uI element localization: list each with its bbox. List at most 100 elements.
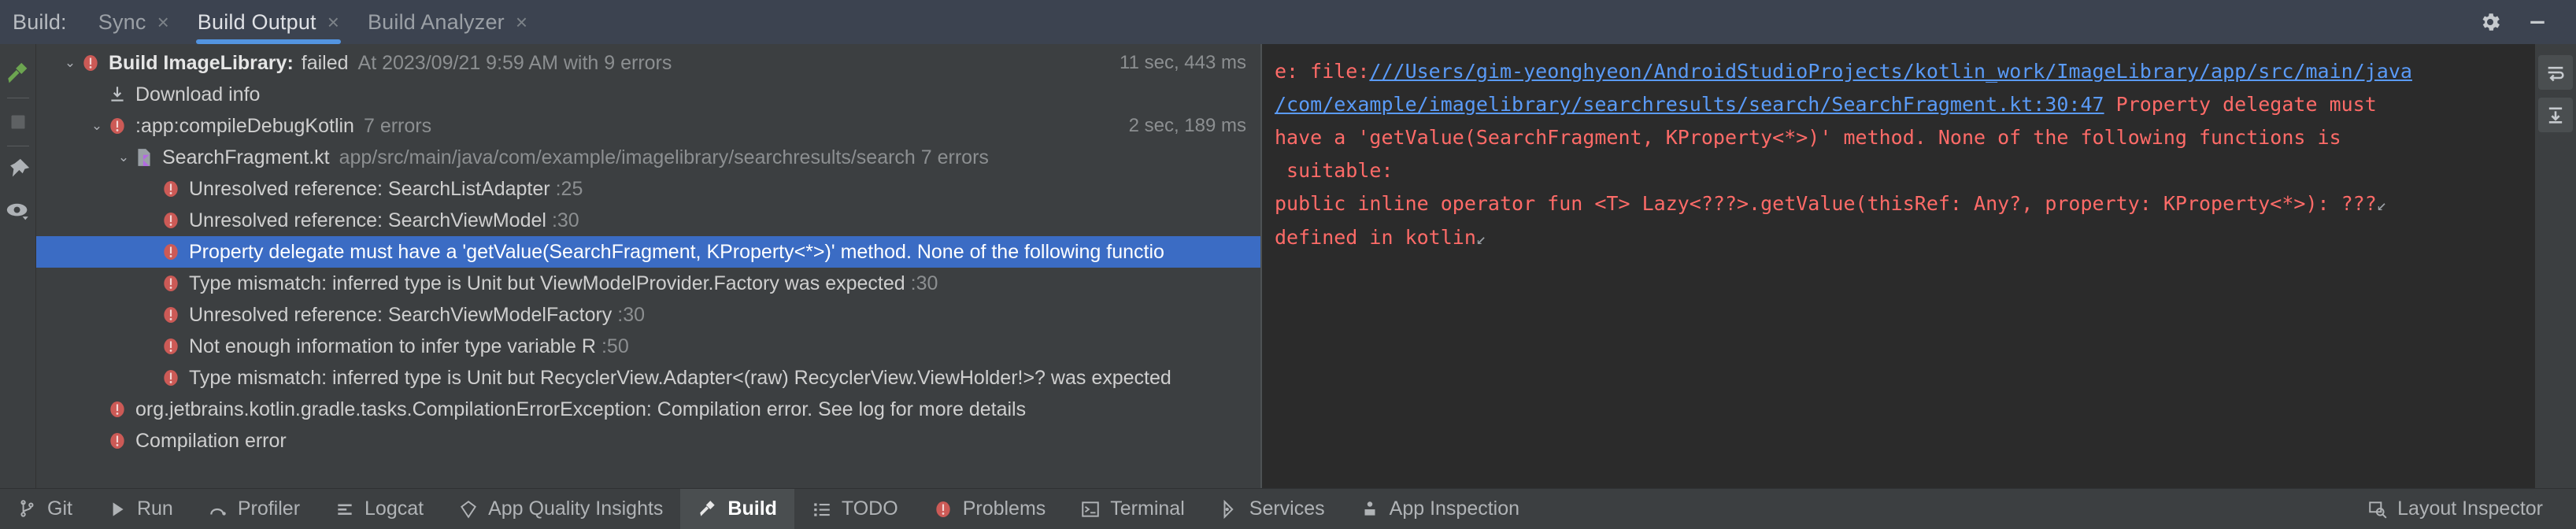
console-text: Property delegate must — [2104, 93, 2377, 116]
tree-row-label: :app:compileDebugKotlin — [135, 114, 354, 137]
error-icon — [161, 273, 181, 294]
console-file-link[interactable]: ///Users/gim-yeonghyeon/AndroidStudioPro… — [1369, 60, 2412, 83]
soft-wrap-icon[interactable] — [2538, 55, 2573, 90]
status-item-label: Git — [47, 498, 72, 520]
tree-row[interactable]: Unresolved reference: SearchViewModel:30 — [36, 205, 1260, 236]
status-item-label: TODO — [841, 498, 898, 520]
tree-row-detail: 7 errors — [363, 114, 432, 137]
logcat-list-icon — [335, 499, 355, 520]
status-bar: Git Run Profiler Logcat App Quality Insights… — [0, 488, 2576, 529]
tree-row-detail: :30 — [551, 209, 579, 231]
chevron-down-icon[interactable]: ⌄ — [87, 118, 107, 134]
tree-row[interactable]: Unresolved reference: SearchViewModelFac… — [36, 299, 1260, 331]
error-icon — [107, 116, 128, 136]
download-icon — [107, 84, 128, 105]
status-item-app-quality-insights[interactable]: App Quality Insights — [441, 489, 680, 529]
tree-row[interactable]: Compilation error — [36, 425, 1260, 457]
pin-icon[interactable] — [0, 150, 36, 191]
status-item-run[interactable]: Run — [90, 489, 191, 529]
status-item-label: App Inspection — [1389, 498, 1520, 520]
tree-row[interactable]: Type mismatch: inferred type is Unit but… — [36, 362, 1260, 394]
close-icon[interactable]: × — [516, 12, 527, 32]
tree-row[interactable]: Unresolved reference: SearchListAdapter:… — [36, 173, 1260, 205]
settings-gear-icon[interactable] — [2478, 10, 2502, 34]
status-item-todo[interactable]: TODO — [794, 489, 916, 529]
status-item-logcat[interactable]: Logcat — [317, 489, 441, 529]
tab-label: Build Output — [197, 9, 316, 34]
console-text: public inline operator fun <T> Lazy<???>… — [1275, 192, 2377, 215]
run-play-icon — [107, 499, 128, 520]
build-hammer-icon[interactable] — [0, 54, 36, 94]
soft-wrap-marker-icon: ↙ — [2376, 195, 2387, 214]
console-text: defined in kotlin — [1275, 226, 1476, 249]
status-item-terminal[interactable]: Terminal — [1063, 489, 1201, 529]
tree-row-detail: :25 — [555, 177, 583, 200]
chevron-down-icon[interactable]: ⌄ — [113, 150, 134, 165]
tree-row-detail: At 2023/09/21 9:59 AM with 9 errors — [357, 51, 672, 74]
scroll-to-end-icon[interactable] — [2538, 98, 2573, 132]
status-item-label: Profiler — [237, 498, 301, 520]
console-line: have a 'getValue(SearchFragment, KProper… — [1275, 121, 2535, 154]
status-item-label: App Quality Insights — [488, 498, 664, 520]
status-item-layout-inspector[interactable]: Layout Inspector — [2350, 489, 2560, 529]
status-item-label: Layout Inspector — [2397, 498, 2543, 520]
error-icon — [161, 179, 181, 199]
tree-row-label: Compilation error — [135, 429, 287, 452]
status-item-git[interactable]: Git — [0, 489, 90, 529]
layout-inspector-icon — [2367, 499, 2388, 520]
app-inspection-icon — [1360, 499, 1380, 520]
tree-row-detail: :50 — [601, 335, 629, 357]
toolwindow-actions — [2478, 10, 2576, 34]
android-studio-build-window: Build: Sync × Build Output × Build Analy… — [0, 0, 2576, 529]
tree-row-detail: :30 — [617, 303, 646, 326]
tree-row-label: Download info — [135, 83, 261, 105]
status-item-problems[interactable]: Problems — [916, 489, 1064, 529]
console-right-toolbar — [2535, 44, 2576, 488]
error-icon — [107, 399, 128, 420]
tab-label: Build Analyzer — [367, 9, 505, 34]
chevron-down-icon[interactable]: ⌄ — [60, 55, 80, 71]
tree-row-label: Unresolved reference: SearchViewModel — [189, 209, 546, 231]
tree-row-label: Unresolved reference: SearchListAdapter — [189, 177, 550, 200]
build-output-tree[interactable]: ⌄ Build ImageLibrary: failed At 2023/09/21 … — [36, 44, 1260, 488]
status-item-label: Run — [136, 498, 173, 520]
console-line: suitable: — [1275, 154, 2535, 187]
tree-row[interactable]: Property delegate must have a 'getValue(… — [36, 236, 1260, 268]
build-console-output[interactable]: e: file:///Users/gim-yeonghyeon/AndroidS… — [1260, 44, 2535, 488]
tree-row[interactable]: ⌄ SearchFragment.kt app/src/main/java/com/… — [36, 142, 1260, 173]
tree-row[interactable]: Download info — [36, 79, 1260, 110]
tab-build-analyzer[interactable]: Build Analyzer × — [353, 0, 542, 44]
status-item-build[interactable]: Build — [680, 488, 794, 529]
tree-row[interactable]: ⌄ :app:compileDebugKotlin 7 errors 2 sec, 1… — [36, 110, 1260, 142]
close-icon[interactable]: × — [157, 12, 169, 32]
error-icon — [161, 210, 181, 231]
tree-row-duration: 2 sec, 189 ms — [1128, 115, 1246, 136]
tab-label: Sync — [98, 9, 146, 34]
stop-square-icon[interactable] — [0, 102, 36, 142]
status-item-label: Terminal — [1110, 498, 1185, 520]
console-file-link[interactable]: /com/example/imagelibrary/searchresults/… — [1275, 93, 2104, 116]
tree-row-detail: app/src/main/java/com/example/imagelibra… — [339, 146, 989, 168]
tree-row[interactable]: org.jetbrains.kotlin.gradle.tasks.Compil… — [36, 394, 1260, 425]
tree-row[interactable]: Type mismatch: inferred type is Unit but… — [36, 268, 1260, 299]
status-item-profiler[interactable]: Profiler — [191, 489, 317, 529]
tree-row[interactable]: ⌄ Build ImageLibrary: failed At 2023/09/21 … — [36, 47, 1260, 79]
status-item-label: Problems — [962, 498, 1046, 520]
console-line: public inline operator fun <T> Lazy<???>… — [1275, 187, 2535, 221]
tree-row[interactable]: Not enough information to infer type var… — [36, 331, 1260, 362]
console-text: have a 'getValue(SearchFragment, KProper… — [1275, 126, 2341, 149]
minimize-icon[interactable] — [2526, 10, 2549, 34]
console-line: /com/example/imagelibrary/searchresults/… — [1275, 88, 2535, 121]
status-item-label: Logcat — [365, 498, 424, 520]
close-icon[interactable]: × — [328, 12, 339, 32]
tab-sync[interactable]: Sync × — [84, 0, 183, 44]
eye-filter-icon[interactable] — [0, 191, 36, 231]
tree-row-duration: 11 sec, 443 ms — [1120, 52, 1246, 73]
build-toolwindow-tabbar: Build: Sync × Build Output × Build Analy… — [0, 0, 2576, 44]
status-item-label: Build — [727, 498, 777, 520]
tab-build-output[interactable]: Build Output × — [183, 0, 353, 44]
toolwindow-title: Build: — [13, 9, 67, 34]
status-item-services[interactable]: Services — [1202, 489, 1342, 529]
status-item-app-inspection[interactable]: App Inspection — [1342, 489, 1537, 529]
status-bar-right: Layout Inspector — [2350, 489, 2576, 529]
